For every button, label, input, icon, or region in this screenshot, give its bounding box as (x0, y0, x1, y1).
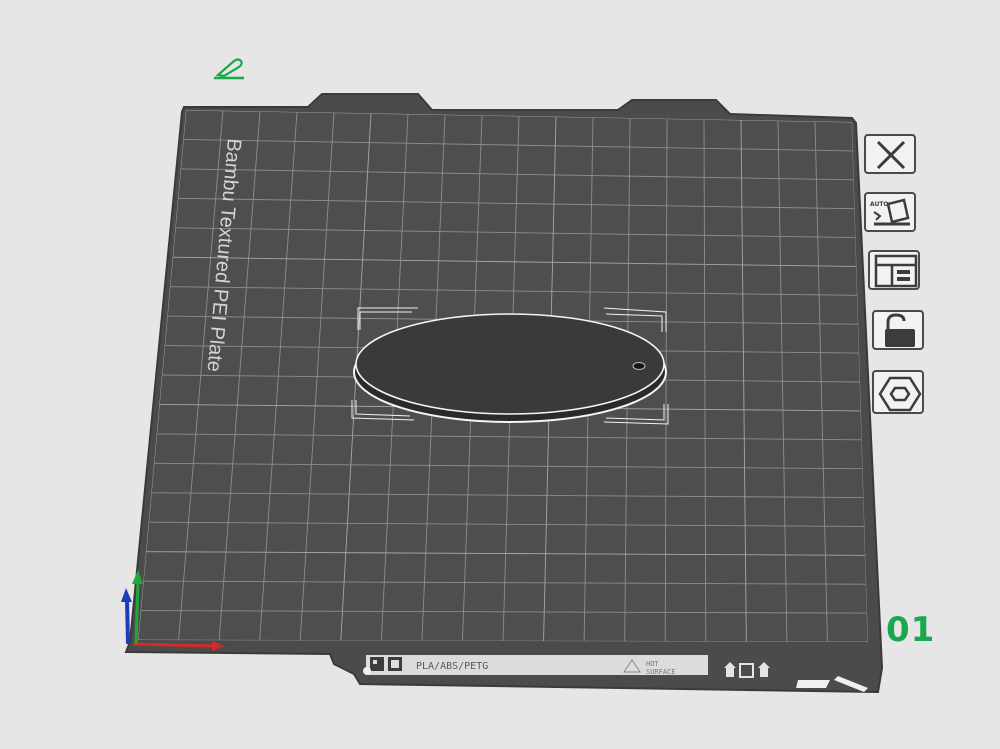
auto-orient-button[interactable]: AUTO (864, 192, 916, 232)
hexagon-settings-icon (878, 376, 922, 412)
arrange-button[interactable] (868, 250, 920, 290)
build-plate-viewport[interactable]: Bambu Textured PEI Plate PLA/ABS/PETG HO… (0, 0, 1000, 749)
close-icon (876, 140, 906, 170)
keyring-hole (632, 362, 646, 370)
auto-orient-icon: AUTO (870, 198, 910, 226)
unlock-icon (885, 313, 915, 347)
plate-label-strip: PLA/ABS/PETG HOT SURFACE (363, 655, 708, 676)
plate-materials-text: PLA/ABS/PETG (416, 661, 488, 672)
model-oval[interactable] (353, 313, 667, 423)
close-plate-button[interactable] (864, 134, 916, 174)
plate-number: 01 (886, 610, 936, 650)
surface-text: SURFACE (646, 668, 676, 676)
edit-plate-name-icon[interactable] (212, 56, 248, 82)
svg-text:AUTO: AUTO (870, 201, 889, 208)
arrange-icon (874, 254, 918, 288)
hot-text: HOT (646, 660, 659, 668)
lock-plate-button[interactable] (872, 310, 924, 350)
plate-settings-button[interactable] (872, 370, 924, 414)
